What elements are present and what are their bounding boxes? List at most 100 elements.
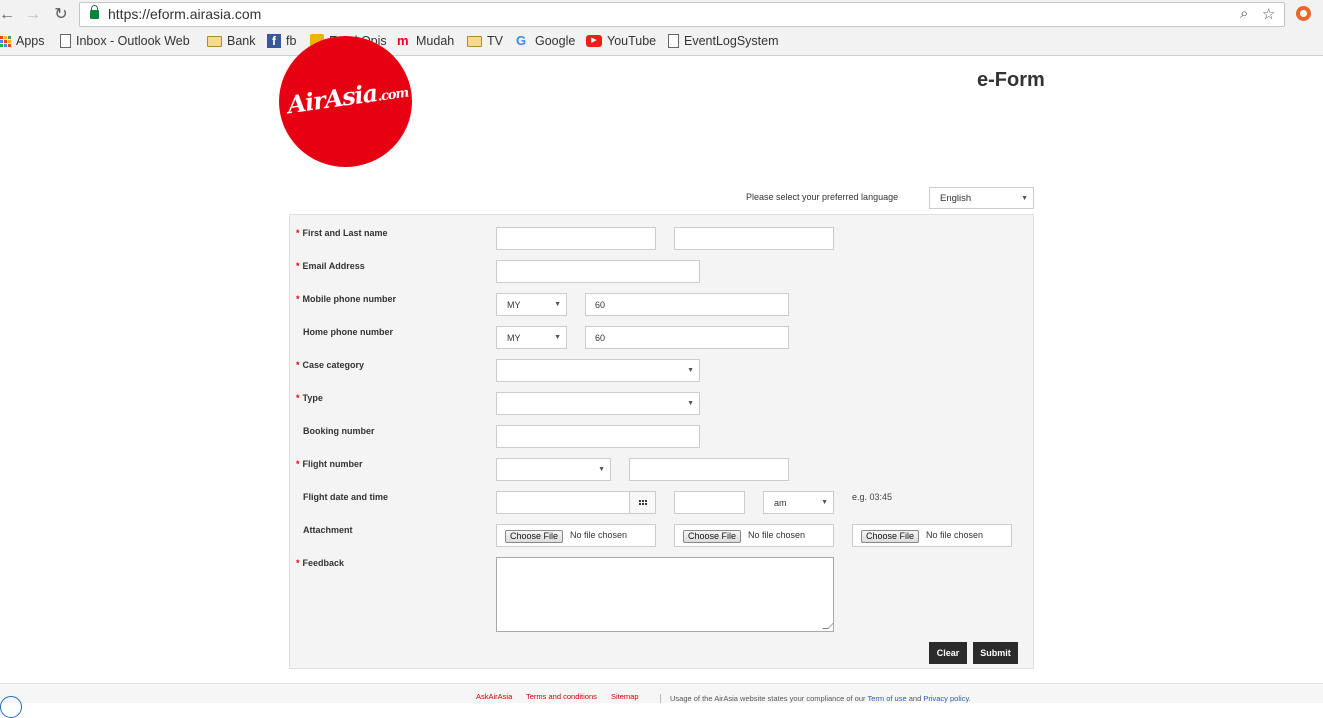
choose-file-button[interactable]: Choose File	[683, 530, 742, 543]
bookmark-fb[interactable]: f fb	[267, 34, 296, 48]
bookmark-label: YouTube	[607, 34, 657, 48]
flight-time-input[interactable]	[674, 491, 745, 514]
feedback-textarea[interactable]	[496, 557, 834, 632]
chevron-down-icon: ▼	[687, 367, 694, 374]
footer-link-askairasia[interactable]: AskAirAsia	[476, 692, 512, 701]
language-prompt: Please select your preferred language	[746, 192, 899, 202]
calendar-button[interactable]	[629, 491, 656, 514]
extension-icon[interactable]	[1296, 6, 1311, 21]
bookmark-apps[interactable]: Apps	[0, 34, 45, 48]
attachment-label: Attachment	[296, 525, 353, 535]
bookmark-label: Apps	[16, 34, 45, 48]
clear-button[interactable]: Clear	[929, 642, 967, 664]
bookmark-bank[interactable]: Bank	[207, 34, 256, 48]
required-marker: *	[296, 228, 300, 238]
bookmark-google[interactable]: G Google	[516, 34, 575, 49]
mobile-country-select[interactable]: MY ▼	[496, 293, 567, 316]
mudah-icon: m	[397, 33, 409, 48]
flight-carrier-select[interactable]: ▼	[496, 458, 611, 481]
privacy-policy-link[interactable]: Privacy policy	[923, 694, 968, 703]
ampm-select[interactable]: am ▼	[763, 491, 834, 514]
term-of-use-link[interactable]: Term of use	[867, 694, 906, 703]
footer-notice: Usage of the AirAsia website states your…	[670, 694, 971, 703]
page-footer: AskAirAsia Terms and conditions Sitemap …	[0, 683, 1323, 703]
chevron-down-icon: ▼	[687, 400, 694, 407]
file-status: No file chosen	[926, 530, 984, 540]
input-value: 60	[595, 300, 606, 310]
chat-icon[interactable]	[0, 696, 22, 718]
bookmark-label: TV	[487, 34, 503, 48]
case-category-select[interactable]: ▼	[496, 359, 700, 382]
attachment-input-3: Choose File No file chosen	[852, 524, 1012, 547]
bookmark-youtube[interactable]: ▶ YouTube	[586, 34, 656, 48]
email-input[interactable]	[496, 260, 700, 283]
bookmark-star-icon[interactable]: ☆	[1262, 5, 1275, 23]
footer-link-terms[interactable]: Terms and conditions	[526, 692, 597, 701]
booking-number-input[interactable]	[496, 425, 700, 448]
feedback-label: * Feedback	[296, 558, 344, 568]
chevron-down-icon: ▼	[821, 499, 828, 506]
submit-button[interactable]: Submit	[973, 642, 1018, 664]
flight-number-input[interactable]	[629, 458, 789, 481]
notice-text: .	[968, 694, 971, 703]
bookmark-label: Inbox - Outlook Web	[76, 34, 190, 48]
zoom-icon[interactable]: ⌕	[1240, 5, 1248, 22]
reload-icon[interactable]: ↻	[50, 4, 72, 26]
folder-icon	[467, 35, 482, 47]
input-value: 60	[595, 333, 606, 343]
attachment-input-2: Choose File No file chosen	[674, 524, 834, 547]
page-icon	[668, 34, 679, 48]
label-text: Case category	[302, 360, 365, 370]
address-url[interactable]: https://eform.airasia.com	[108, 6, 261, 22]
resize-handle-icon[interactable]	[822, 623, 834, 629]
time-hint: e.g. 03:45	[852, 492, 893, 502]
bookmark-label: fb	[286, 34, 297, 48]
file-status: No file chosen	[748, 530, 806, 540]
label-text: Type	[302, 393, 323, 403]
home-number-input[interactable]: 60	[585, 326, 789, 349]
email-label: * Email Address	[296, 261, 365, 271]
select-value: MY	[507, 300, 521, 310]
flight-datetime-label: Flight date and time	[296, 492, 388, 502]
bookmark-outlook[interactable]: Inbox - Outlook Web	[60, 34, 190, 48]
chevron-down-icon: ▼	[554, 301, 561, 308]
type-label: * Type	[296, 393, 323, 403]
select-value: am	[774, 498, 787, 508]
label-text: Feedback	[302, 558, 345, 568]
facebook-icon: f	[267, 34, 281, 48]
chevron-down-icon: ▼	[598, 466, 605, 473]
choose-file-button[interactable]: Choose File	[861, 530, 920, 543]
type-select[interactable]: ▼	[496, 392, 700, 415]
required-marker: *	[296, 459, 300, 469]
bookmark-eventlog[interactable]: EventLogSystem	[668, 34, 779, 48]
attachment-input-1: Choose File No file chosen	[496, 524, 656, 547]
choose-file-button[interactable]: Choose File	[505, 530, 564, 543]
lock-icon	[90, 5, 99, 19]
calendar-icon	[639, 500, 647, 505]
chevron-down-icon: ▼	[1021, 195, 1028, 202]
bookmark-mudah[interactable]: m Mudah	[397, 33, 454, 49]
airasia-logo[interactable]: AirAsia.com	[279, 36, 412, 167]
back-arrow-icon[interactable]: ←	[0, 4, 18, 26]
footer-link-sitemap[interactable]: Sitemap	[611, 692, 639, 701]
home-phone-label: Home phone number	[296, 327, 393, 337]
label-text: Mobile phone number	[302, 294, 397, 304]
bookmark-tv[interactable]: TV	[467, 34, 503, 48]
logo-text: AirAsia	[285, 78, 379, 120]
bookmark-label: EventLogSystem	[684, 34, 779, 48]
home-country-select[interactable]: MY ▼	[496, 326, 567, 349]
flight-date-input[interactable]	[496, 491, 630, 514]
required-marker: *	[296, 393, 300, 403]
footer-divider	[660, 694, 661, 703]
folder-icon	[207, 35, 222, 47]
label-text: Flight number	[302, 459, 363, 469]
language-select[interactable]: English ▼	[929, 187, 1034, 209]
required-marker: *	[296, 294, 300, 304]
last-name-input[interactable]	[674, 227, 834, 250]
bookmark-label: Bank	[227, 34, 256, 48]
forward-arrow-icon[interactable]: →	[22, 4, 44, 26]
first-name-input[interactable]	[496, 227, 656, 250]
browser-toolbar: ← → ↻ https://eform.airasia.com ⌕ ☆	[0, 0, 1323, 30]
address-bar[interactable]: https://eform.airasia.com ⌕ ☆	[79, 2, 1285, 27]
mobile-number-input[interactable]: 60	[585, 293, 789, 316]
